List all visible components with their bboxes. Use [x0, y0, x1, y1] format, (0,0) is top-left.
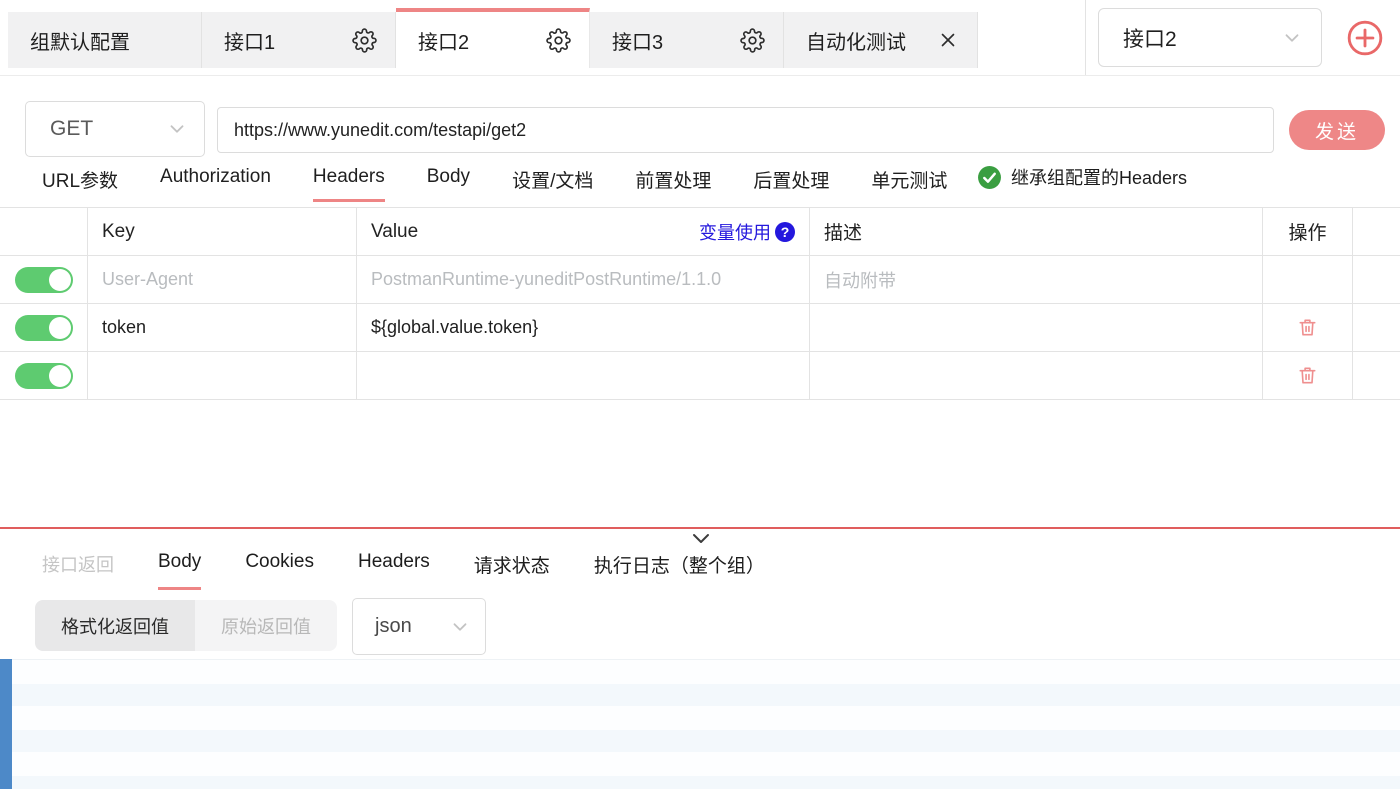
endpoint-tabs: 组默认配置 接口1 接口2 接口3 自动化测试: [8, 8, 978, 68]
chevron-down-icon: [170, 125, 184, 133]
tab-unit-test[interactable]: 单元测试: [871, 166, 947, 204]
method-value: GET: [50, 117, 94, 140]
response-gutter-bar: [0, 659, 12, 789]
key-cell[interactable]: User-Agent: [88, 256, 357, 303]
format-select-value: json: [375, 615, 412, 637]
action-column-header: 操作: [1263, 208, 1353, 255]
endpoint-tabbar: 组默认配置 接口1 接口2 接口3 自动化测试 接口2: [0, 0, 1400, 76]
spacer-column-header: [1353, 208, 1400, 255]
table-row: token ${global.value.token}: [0, 304, 1400, 352]
panel-divider[interactable]: [0, 527, 1400, 529]
tab-response-body[interactable]: Body: [158, 551, 202, 590]
gear-icon[interactable]: [352, 27, 377, 53]
tab-post-process[interactable]: 后置处理: [753, 166, 829, 204]
inherit-headers-label: 继承组配置的Headers: [1011, 168, 1188, 188]
url-input[interactable]: [217, 107, 1274, 153]
tab-label: 自动化测试: [806, 31, 906, 54]
tab-automation-test[interactable]: 自动化测试: [784, 12, 978, 68]
table-row: [0, 352, 1400, 400]
desc-cell[interactable]: [810, 352, 1263, 399]
gear-icon[interactable]: [740, 27, 765, 53]
tab-api-1[interactable]: 接口1: [202, 12, 396, 68]
delete-row-icon[interactable]: [1296, 364, 1319, 387]
group-select[interactable]: 接口2: [1098, 8, 1322, 67]
action-cell: [1263, 304, 1353, 351]
variable-usage-link[interactable]: 变量使用 ?: [699, 219, 795, 245]
tab-label: 接口3: [612, 31, 664, 54]
row-enabled-toggle[interactable]: [14, 362, 73, 389]
desc-cell[interactable]: [810, 304, 1263, 351]
key-column-header: Key: [88, 208, 357, 255]
chevron-down-icon: [1285, 33, 1299, 42]
tab-pre-process[interactable]: 前置处理: [635, 166, 711, 204]
request-tabs: URL参数 Authorization Headers Body 设置/文档 前…: [42, 166, 947, 204]
row-enabled-toggle[interactable]: [14, 266, 73, 293]
tab-settings-docs[interactable]: 设置/文档: [512, 166, 593, 204]
action-cell: [1263, 256, 1353, 303]
chevron-down-icon: [453, 622, 467, 631]
tab-response-cookies[interactable]: Cookies: [245, 551, 314, 587]
tabbar-divider: [1085, 0, 1086, 75]
key-cell[interactable]: [88, 352, 357, 399]
value-cell[interactable]: ${global.value.token}: [357, 304, 810, 351]
group-select-value: 接口2: [1123, 27, 1177, 51]
tab-label: 接口1: [224, 31, 276, 54]
tab-headers[interactable]: Headers: [312, 166, 385, 202]
spacer-cell: [1353, 256, 1400, 303]
tab-url-params[interactable]: URL参数: [42, 166, 118, 204]
action-cell: [1263, 352, 1353, 399]
help-icon[interactable]: ?: [775, 221, 795, 242]
tab-request-status[interactable]: 请求状态: [474, 551, 550, 592]
method-select[interactable]: GET: [25, 101, 205, 157]
tab-response-headers[interactable]: Headers: [358, 551, 430, 587]
response-view-switch: 格式化返回值 原始返回值: [35, 600, 337, 651]
spacer-cell: [1353, 304, 1400, 351]
api-test-window: 组默认配置 接口1 接口2 接口3 自动化测试 接口2 GET https://…: [0, 0, 1400, 789]
close-icon[interactable]: [937, 29, 959, 51]
value-cell[interactable]: PostmanRuntime-yuneditPostRuntime/1.1.0: [357, 256, 810, 303]
headers-table: Key Value 变量使用 ? 描述 操作 User-Agent Postma…: [0, 207, 1400, 400]
response-format-select[interactable]: json: [352, 598, 486, 655]
table-header-row: Key Value 变量使用 ? 描述 操作: [0, 208, 1400, 256]
toggle-column-header: [0, 208, 88, 255]
check-circle-icon: [978, 165, 1001, 189]
response-body-viewer: [0, 659, 1400, 789]
key-cell[interactable]: token: [88, 304, 357, 351]
tab-group-default-config[interactable]: 组默认配置: [8, 12, 202, 68]
tab-execution-log[interactable]: 执行日志（整个组）: [594, 551, 765, 592]
desc-cell[interactable]: 自动附带: [810, 256, 1263, 303]
table-row: User-Agent PostmanRuntime-yuneditPostRun…: [0, 256, 1400, 304]
tab-api-2[interactable]: 接口2: [396, 8, 590, 68]
tab-label: 组默认配置: [30, 31, 130, 54]
formatted-response-button[interactable]: 格式化返回值: [35, 600, 195, 651]
tab-label: 接口2: [418, 31, 470, 54]
response-section-label: 接口返回: [42, 555, 114, 575]
spacer-cell: [1353, 352, 1400, 399]
tab-api-3[interactable]: 接口3: [590, 12, 784, 68]
send-button[interactable]: 发送: [1289, 110, 1385, 150]
value-cell[interactable]: [357, 352, 810, 399]
raw-response-button[interactable]: 原始返回值: [195, 600, 337, 651]
value-column-header: Value 变量使用 ?: [357, 208, 810, 255]
add-api-button[interactable]: [1346, 19, 1384, 57]
collapse-chevron-icon[interactable]: [689, 530, 713, 548]
value-header-label: Value: [371, 220, 419, 242]
inherit-headers-badge[interactable]: 继承组配置的Headers: [977, 164, 1187, 190]
gear-icon[interactable]: [546, 27, 571, 53]
delete-row-icon[interactable]: [1296, 316, 1319, 339]
plus-circle-icon: [1347, 20, 1383, 56]
tab-body[interactable]: Body: [427, 166, 470, 199]
desc-column-header: 描述: [810, 208, 1263, 255]
response-tabs: 接口返回 Body Cookies Headers 请求状态 执行日志（整个组）: [42, 551, 765, 592]
row-enabled-toggle[interactable]: [14, 314, 73, 341]
tab-authorization[interactable]: Authorization: [160, 166, 271, 199]
